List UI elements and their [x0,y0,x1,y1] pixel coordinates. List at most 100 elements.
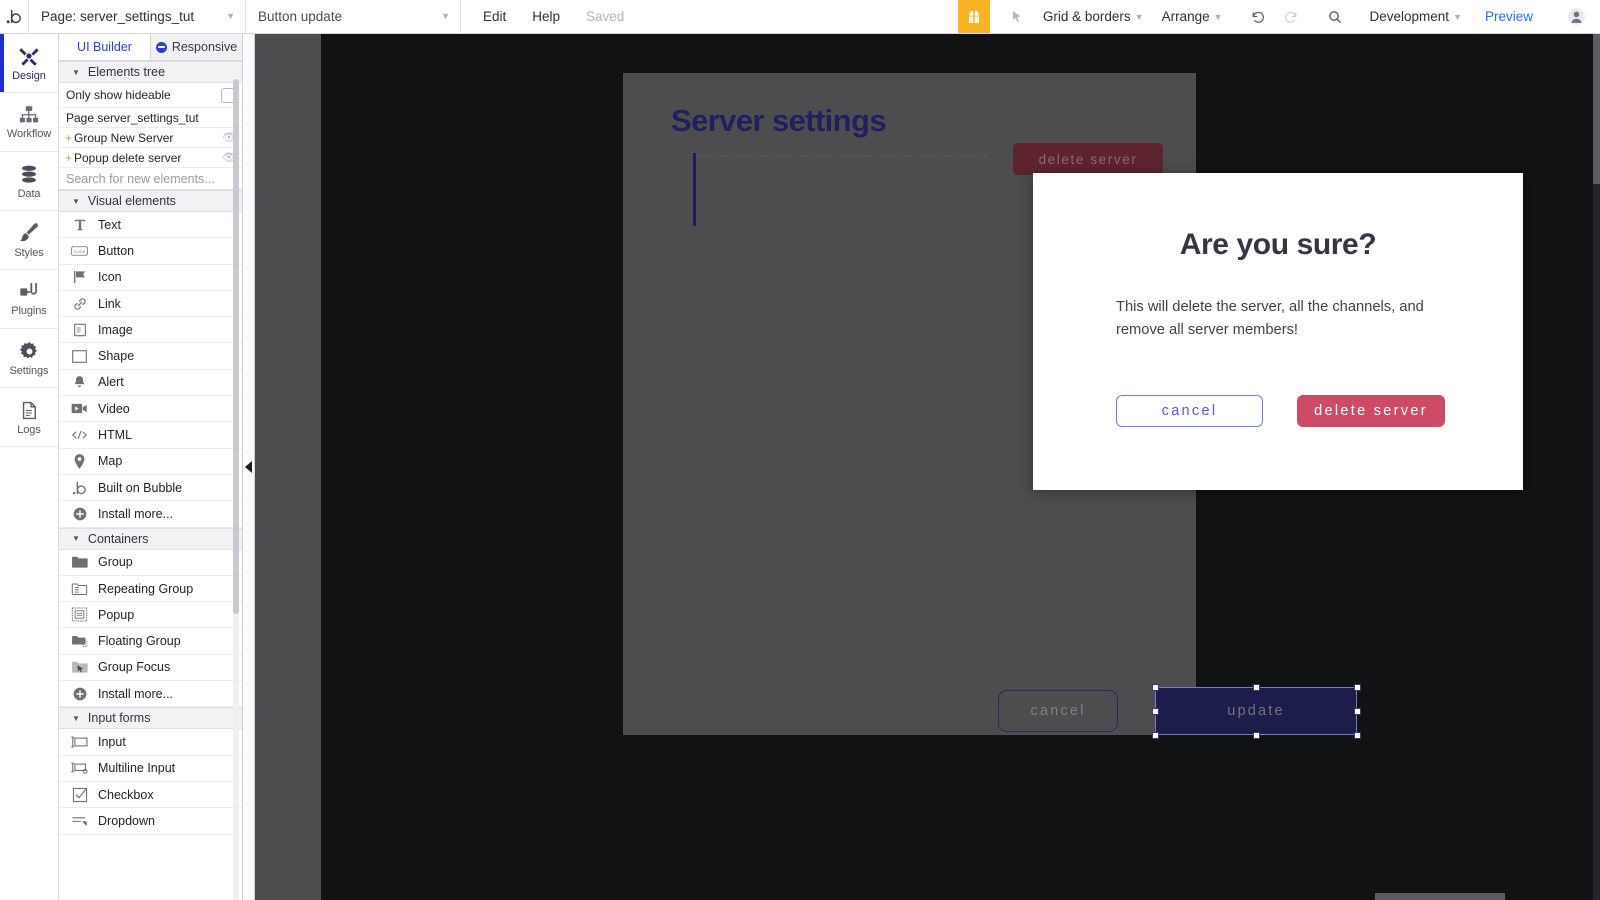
tab-ui-builder[interactable]: UI Builder [59,34,151,60]
search-icon[interactable] [1318,0,1352,33]
element-dropdown[interactable]: Dropdown [59,808,242,835]
page-form-top-edge [695,156,987,157]
design-canvas[interactable]: Server settings delete server cancel upd… [255,34,1600,900]
canvas-vertical-scrollbar-thumb[interactable] [1593,34,1600,184]
elements-tree-header[interactable]: ▼ Elements tree [59,61,242,83]
page-cancel-button[interactable]: cancel [998,690,1118,732]
element-group-focus[interactable]: Group Focus [59,654,242,682]
code-icon [71,427,88,444]
element-label: Input [98,734,126,749]
element-input[interactable]: Input [59,729,242,756]
resize-handle-sw[interactable] [1151,731,1159,739]
page-delete-server-button[interactable]: delete server [1013,143,1163,175]
element-label: Built on Bubble [98,480,183,495]
canvas-vertical-scrollbar[interactable] [1593,34,1600,900]
user-avatar-icon[interactable] [1556,7,1596,26]
bell-icon [71,374,88,391]
dropdown-icon [71,812,88,829]
section-visual-elements[interactable]: ▼ Visual elements [59,190,242,212]
section-input-forms[interactable]: ▼ Input forms [59,707,242,730]
element-label: Group Focus [98,660,171,675]
element-video[interactable]: Video [59,396,242,423]
element-selector[interactable]: Button update ▼ [246,0,460,33]
element-multiline-input[interactable]: Multiline Input [59,755,242,782]
element-map[interactable]: Map [59,448,242,475]
page-update-button[interactable]: update [1156,688,1356,734]
resize-handle-n[interactable] [1252,683,1260,691]
resize-handle-w[interactable] [1151,707,1159,715]
edit-menu[interactable]: Edit [483,9,506,24]
section-title: Containers [87,531,149,546]
element-button[interactable]: CLICK Button [59,238,242,265]
element-icon[interactable]: Icon [59,264,242,291]
element-label: Icon [98,270,122,285]
element-link[interactable]: Link [59,290,242,318]
element-checkbox[interactable]: Checkbox [59,781,242,809]
resize-handle-nw[interactable] [1151,683,1159,691]
rail-item-plugins[interactable]: Plugins [0,270,58,329]
cursor-arrow-icon[interactable] [1000,0,1034,33]
tree-item-label: Page server_settings_tut [66,110,199,125]
resize-handle-se[interactable] [1353,731,1361,739]
element-built-on-bubble[interactable]: Built on Bubble [59,474,242,502]
rail-item-workflow[interactable]: Workflow [0,93,58,152]
section-containers[interactable]: ▼ Containers [59,527,242,550]
image-icon [71,321,88,338]
element-alert[interactable]: Alert [59,369,242,397]
expand-plus-icon[interactable]: + [65,131,74,145]
element-install-more-containers[interactable]: Install more... [59,681,242,708]
resize-handle-e[interactable] [1353,707,1361,715]
rail-item-settings[interactable]: Settings [0,329,58,388]
undo-icon[interactable] [1241,0,1275,33]
rail-item-design[interactable]: Design [0,34,58,93]
arrange-label: Arrange [1161,9,1210,24]
tab-responsive[interactable]: Responsive [151,34,242,60]
expand-plus-icon[interactable]: + [65,151,74,165]
element-label: HTML [98,428,133,443]
input-icon [71,733,88,750]
tree-item-page[interactable]: Page server_settings_tut [59,108,242,128]
rail-item-styles[interactable]: Styles [0,211,58,270]
resize-handle-ne[interactable] [1353,683,1361,691]
rail-item-data[interactable]: Data [0,152,58,211]
element-label: Image [98,322,133,337]
grid-borders-menu[interactable]: Grid & borders ▼ [1034,0,1153,33]
element-text[interactable]: Text [59,212,242,239]
element-shape[interactable]: Shape [59,343,242,370]
tree-item-group-new-server[interactable]: + Group New Server 👁 [59,128,242,148]
element-label: Floating Group [98,634,181,649]
search-elements-input[interactable]: Search for new elements... [59,168,242,190]
element-install-more-visual[interactable]: Install more... [59,501,242,528]
element-group[interactable]: Group [59,549,242,576]
element-popup[interactable]: Popup [59,602,242,629]
element-html[interactable]: HTML [59,422,242,449]
bubble-logo-icon[interactable] [0,0,28,33]
gift-icon[interactable] [957,0,990,33]
canvas-horizontal-scrollbar-thumb[interactable] [1375,893,1505,900]
rail-item-label: Settings [9,364,49,377]
help-menu[interactable]: Help [532,9,560,24]
tree-item-popup-delete-server[interactable]: + Popup delete server 👁 [59,148,242,168]
panel-tabs: UI Builder Responsive [59,34,242,61]
popup-cancel-button[interactable]: cancel [1116,395,1263,427]
page-selector[interactable]: Page: server_settings_tut ▼ [29,0,245,33]
arrange-menu[interactable]: Arrange ▼ [1153,0,1232,33]
version-label: Development [1369,9,1450,24]
rail-item-logs[interactable]: Logs [0,388,58,447]
popup-delete-server[interactable]: Are you sure? This will delete the serve… [1033,173,1523,490]
tab-label: UI Builder [77,39,132,54]
page-body[interactable]: Server settings delete server cancel upd… [623,73,1523,739]
preview-button[interactable]: Preview [1471,9,1547,24]
rail-item-label: Styles [14,247,44,259]
panel-collapse-handle[interactable] [243,34,255,900]
canvas-horizontal-scrollbar[interactable] [255,893,1600,900]
element-floating-group[interactable]: Floating Group [59,628,242,655]
element-image[interactable]: Image [59,317,242,344]
popup-delete-server-button[interactable]: delete server [1297,395,1445,427]
popup-title: Are you sure? [1179,228,1377,261]
resize-handle-s[interactable] [1252,731,1260,739]
element-repeating-group[interactable]: Repeating Group [59,575,242,603]
only-show-hideable-row[interactable]: Only show hideable [59,83,242,108]
panel-scrollbar-thumb[interactable] [233,79,239,614]
version-selector[interactable]: Development ▼ [1361,0,1471,33]
